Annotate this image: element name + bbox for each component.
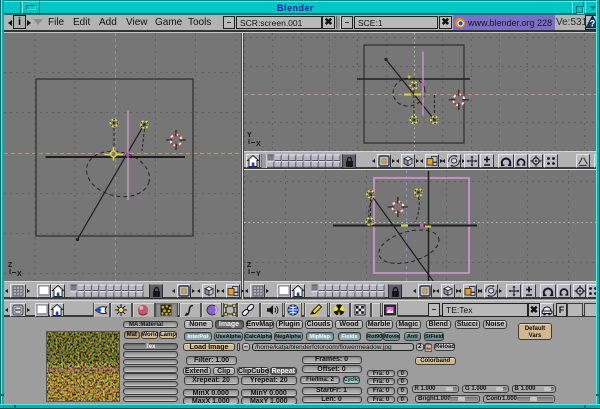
svg-text:X: X (17, 271, 22, 278)
svg-text:Z: Z (247, 262, 252, 269)
svg-text:Y: Y (247, 132, 252, 139)
svg-text:?: ? (590, 19, 596, 29)
svg-text:Y: Y (256, 271, 261, 278)
svg-text:Z: Z (8, 262, 13, 269)
svg-text:X: X (256, 141, 261, 148)
